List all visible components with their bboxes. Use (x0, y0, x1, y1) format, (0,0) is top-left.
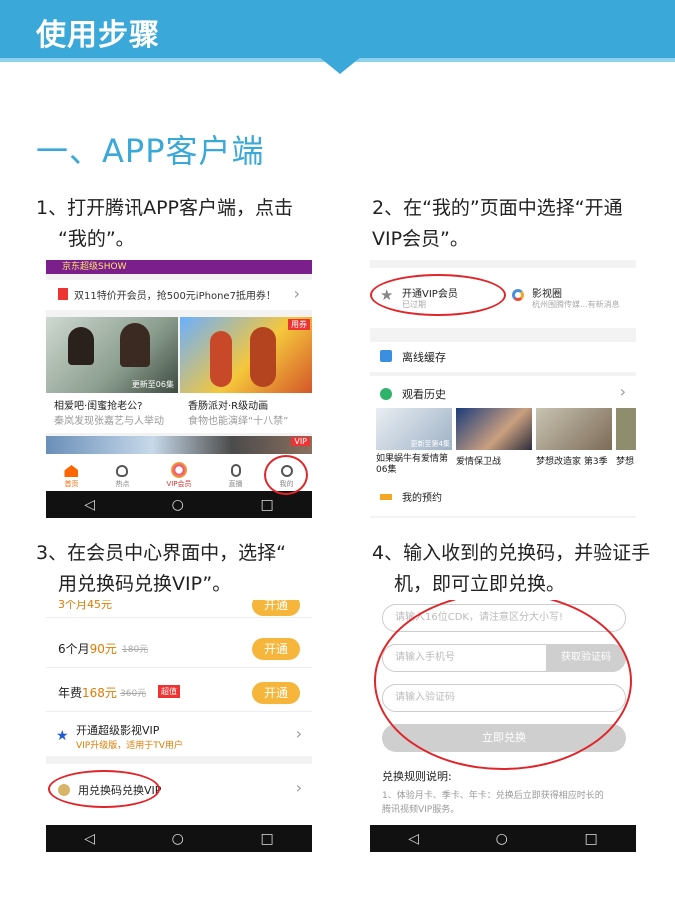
sausage-figure (210, 331, 232, 387)
actor-figure (68, 327, 94, 365)
card-captions: 相爱吧·闺蜜抢老公? 秦岚发现张嘉艺与人举动 香肠派对·R级动画 食物也能演绎“… (46, 393, 312, 433)
android-nav-bar: ◁ ○ □ (46, 825, 312, 852)
recent-apps-icon[interactable]: □ (584, 831, 597, 847)
chevron-right-icon: › (295, 724, 302, 743)
chevron-right-icon: › (293, 284, 300, 303)
android-nav-bar: ◁ ○ □ (370, 825, 636, 852)
cartoon-thumbnail[interactable]: 用券 (180, 317, 312, 393)
back-icon[interactable]: ◁ (84, 831, 95, 847)
subscribe-year-button[interactable]: 开通 (252, 682, 300, 704)
rules-line-1: 1、体验月卡、季卡、年卡：兑换后立即获得相应时长的 (382, 791, 604, 801)
super-vip-row[interactable]: ★ 开通超级影视VIP VIP升级版，适用于TV用户 › (46, 714, 312, 764)
plan-row-partial: 3个月45元 开通 (46, 600, 312, 618)
recent-apps-icon[interactable]: □ (260, 831, 273, 847)
yingshi-icon (512, 289, 524, 301)
step-3-text: 3、在会员中心界面中，选择“ 用兑换码兑换VIP”。 (36, 542, 286, 595)
home-nav-icon[interactable]: ○ (172, 497, 184, 513)
tab-vip[interactable]: VIP会员 (166, 462, 192, 489)
mic-icon (230, 464, 241, 477)
subscribe-button[interactable]: 开通 (252, 600, 300, 616)
promo-row[interactable]: 双11特价开会员，抢500元iPhone7抵用券！ › (46, 280, 312, 310)
section-title: 一、APP客户端 (36, 132, 265, 170)
drama-thumbnail[interactable]: 更新至06集 (46, 317, 178, 393)
tab-live[interactable]: 直播 (229, 464, 243, 489)
tab-hot[interactable]: 热点 (115, 465, 129, 489)
tab-home[interactable]: 首页 (64, 465, 79, 489)
highlight-circle (370, 274, 506, 316)
gift-icon (58, 288, 68, 300)
screenshot-redeem-form: 请输入16位CDK，请注意区分大小写! 请输入手机号 获取验证码 请输入验证码 … (370, 600, 636, 852)
subscribe-6m-button[interactable]: 开通 (252, 638, 300, 660)
download-icon (380, 350, 392, 362)
value-badge: 超值 (158, 685, 180, 698)
back-icon[interactable]: ◁ (84, 497, 95, 513)
chevron-right-icon[interactable]: › (620, 382, 626, 401)
highlight-circle (48, 770, 160, 808)
actor-figure (120, 323, 150, 367)
reserve-icon (380, 494, 392, 500)
sausage-figure (250, 327, 276, 387)
header-notch (318, 56, 362, 74)
highlight-circle (264, 455, 308, 495)
rules-line-2: 腾讯视频VIP服务。 (382, 805, 460, 815)
home-nav-icon[interactable]: ○ (172, 831, 184, 847)
android-nav-bar: ◁ ○ □ (46, 491, 312, 518)
history-thumb[interactable] (616, 408, 636, 450)
history-section: 观看历史 › 更新至第4集 如果蜗牛有爱情第06集 爱情保卫战 梦想改造家 第3… (370, 376, 636, 516)
plan-row-6m: 6个月90元 180元 开通 (46, 628, 312, 668)
flame-icon (116, 465, 129, 477)
history-thumb[interactable] (456, 408, 532, 450)
vip-logo-icon (170, 462, 187, 478)
step-4-text: 4、输入收到的兑换码，并验证手 机，即可立即兑换。 (372, 542, 651, 595)
offline-cache-row[interactable]: 离线缓存 (370, 342, 636, 372)
home-icon (64, 465, 79, 477)
home-nav-icon[interactable]: ○ (496, 831, 508, 847)
recent-apps-icon[interactable]: □ (260, 497, 273, 513)
top-banner: 京东超级SHOW (46, 260, 312, 274)
back-icon[interactable]: ◁ (408, 831, 419, 847)
star-icon: ★ (56, 728, 69, 744)
step-1-text: 1、打开腾讯APP客户端，点击 “我的”。 (36, 197, 294, 250)
history-thumb[interactable] (536, 408, 612, 450)
screenshot-mine-page: ★ 开通VIP会员 已过期 影视圈 杭州围腾传媒...有新消息 离线缓存 观看历… (370, 260, 636, 518)
step-2-text: 2、在“我的”页面中选择“开通 VIP会员”。 (372, 197, 623, 250)
more-thumbnails: VIP (46, 436, 312, 454)
highlight-circle (374, 600, 632, 770)
clock-icon (380, 388, 392, 400)
rules-title: 兑换规则说明: (382, 770, 452, 783)
plan-row-year: 年费168元 360元 超值 开通 (46, 672, 312, 712)
history-thumb[interactable]: 更新至第4集 (376, 408, 452, 450)
screenshot-home: 京东超级SHOW 双11特价开会员，抢500元iPhone7抵用券！ › 更新至… (46, 260, 312, 518)
screenshot-vip-center: 3个月45元 开通 6个月90元 180元 开通 年费168元 360元 超值 … (46, 600, 312, 852)
page-title: 使用步骤 (36, 18, 160, 53)
chevron-right-icon: › (295, 778, 302, 797)
yingshi-entry[interactable]: 影视圈 杭州围腾传媒...有新消息 (510, 282, 634, 316)
